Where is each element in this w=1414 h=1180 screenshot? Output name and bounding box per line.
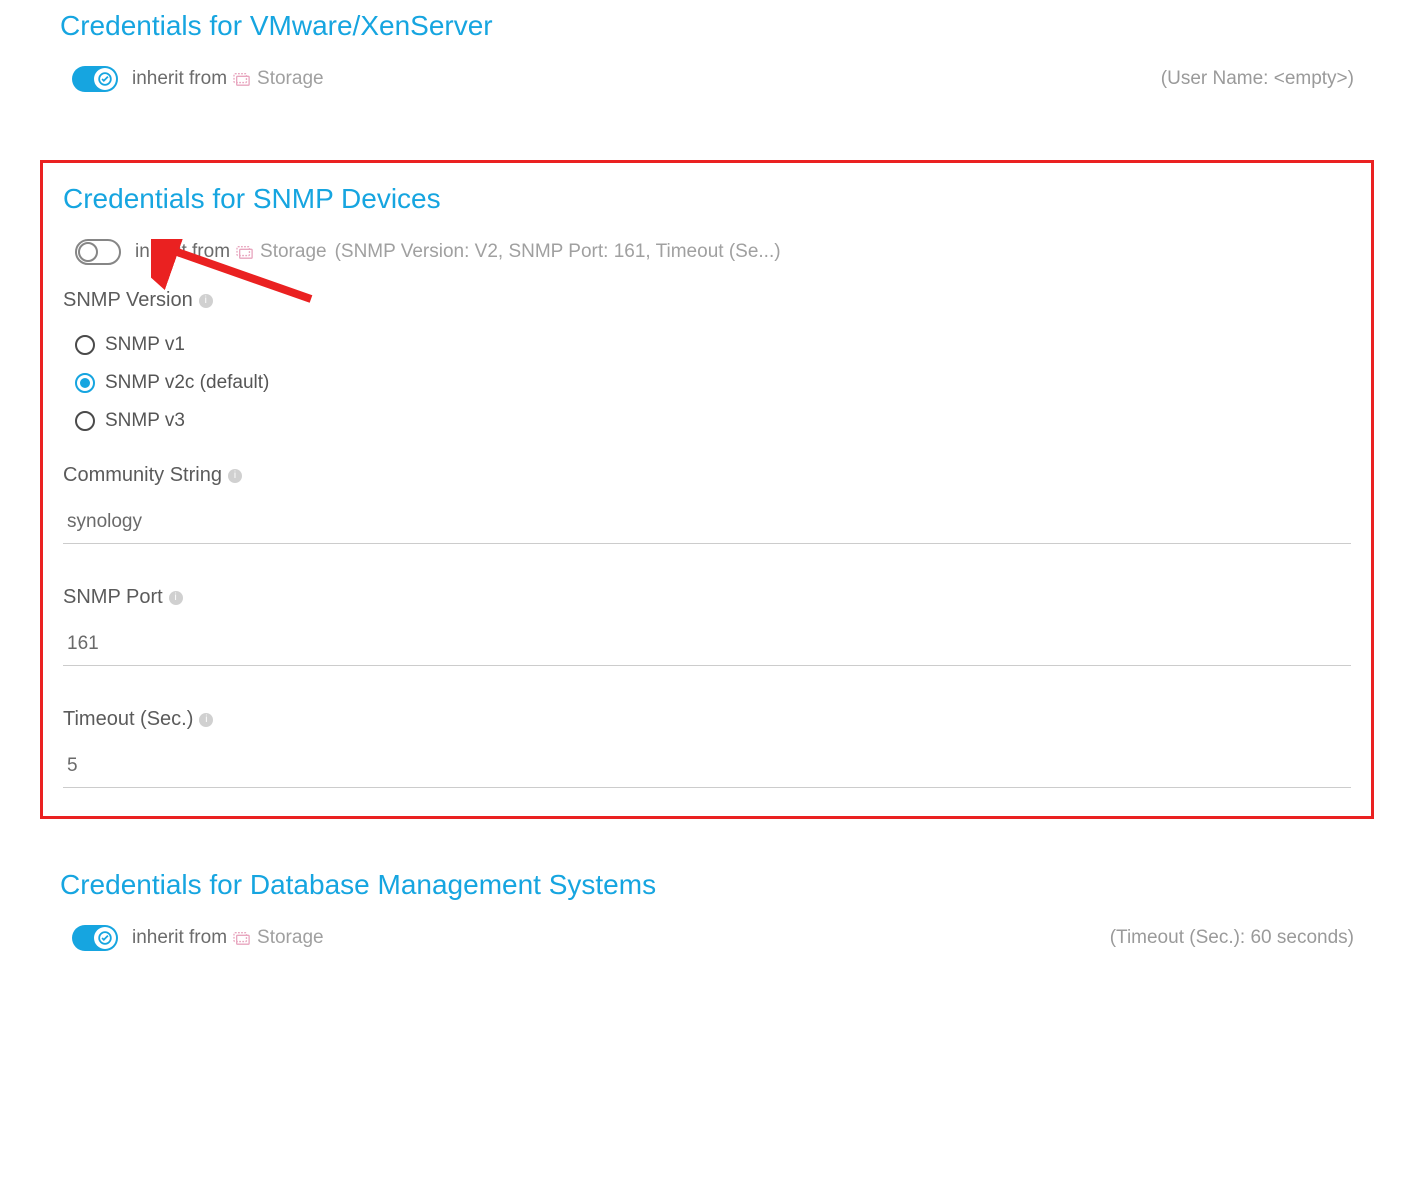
check-icon (94, 68, 116, 90)
snmp-port-label: SNMP Port i (63, 586, 1351, 609)
dbms-section-title: Credentials for Database Management Syst… (60, 869, 1354, 901)
radio-icon (75, 411, 95, 431)
snmp-inherit-label: inherit from Storage (SNMP Version: V2, … (135, 241, 781, 263)
radio-snmp-v2c[interactable]: SNMP v2c (default) (75, 364, 1351, 402)
check-icon (94, 927, 116, 949)
vmware-inherit-label: inherit from Storage (132, 68, 324, 90)
snmp-version-label: SNMP Version i (63, 289, 1351, 312)
vmware-inherit-row: inherit from Storage (User Name: <empty>… (60, 66, 1354, 92)
group-icon (233, 71, 251, 87)
snmp-timeout-input[interactable] (63, 745, 1351, 788)
snmp-inherit-toggle[interactable] (75, 239, 121, 265)
info-icon[interactable]: i (228, 469, 242, 483)
community-string-input[interactable] (63, 501, 1351, 544)
radio-snmp-v3[interactable]: SNMP v3 (75, 402, 1351, 440)
info-icon[interactable]: i (199, 713, 213, 727)
snmp-timeout-label: Timeout (Sec.) i (63, 708, 1351, 731)
credentials-snmp-section-highlight: Credentials for SNMP Devices inherit fro… (40, 160, 1374, 819)
radio-icon (75, 373, 95, 393)
dbms-inherit-summary: (Timeout (Sec.): 60 seconds) (1110, 927, 1354, 949)
snmp-inherit-source: Storage (260, 241, 327, 263)
snmp-port-input[interactable] (63, 623, 1351, 666)
group-icon (236, 244, 254, 260)
radio-icon (75, 335, 95, 355)
info-icon[interactable]: i (199, 294, 213, 308)
toggle-knob (78, 242, 98, 262)
info-icon[interactable]: i (169, 591, 183, 605)
dbms-inherit-label: inherit from Storage (132, 927, 324, 949)
credentials-vmware-section: Credentials for VMware/XenServer inherit… (0, 0, 1414, 120)
snmp-inherit-summary: (SNMP Version: V2, SNMP Port: 161, Timeo… (335, 241, 781, 263)
vmware-inherit-toggle[interactable] (72, 66, 118, 92)
dbms-inherit-row: inherit from Storage (Timeout (Sec.): 60… (60, 925, 1354, 951)
snmp-version-radio-group: SNMP v1 SNMP v2c (default) SNMP v3 (75, 326, 1351, 440)
dbms-inherit-toggle[interactable] (72, 925, 118, 951)
vmware-inherit-summary: (User Name: <empty>) (1161, 68, 1354, 90)
snmp-section-title: Credentials for SNMP Devices (63, 183, 1351, 215)
group-icon (233, 930, 251, 946)
radio-snmp-v1[interactable]: SNMP v1 (75, 326, 1351, 364)
community-string-label: Community String i (63, 464, 1351, 487)
vmware-section-title: Credentials for VMware/XenServer (60, 10, 1354, 42)
credentials-dbms-section: Credentials for Database Management Syst… (0, 859, 1414, 979)
